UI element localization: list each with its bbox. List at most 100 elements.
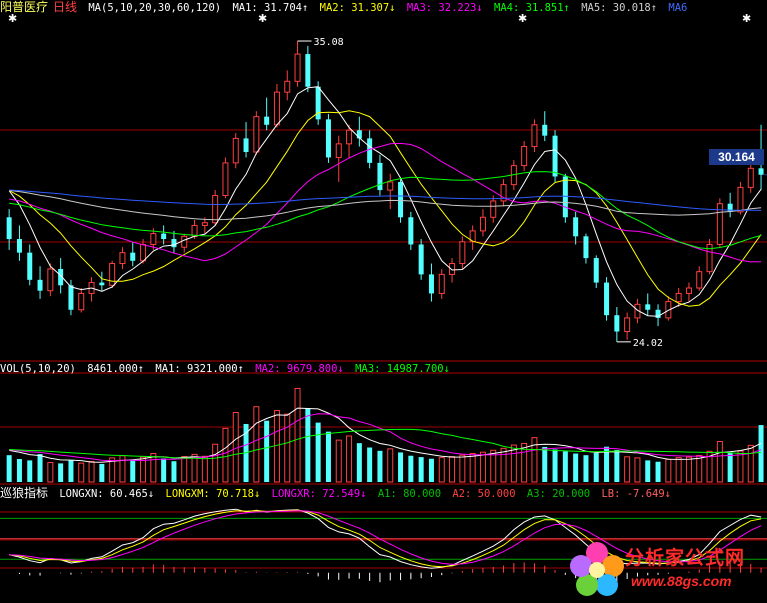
candle-body bbox=[78, 292, 85, 311]
candle-body bbox=[737, 186, 744, 213]
candle-body bbox=[305, 54, 311, 87]
ma3-readout: MA3: 32.223↓ bbox=[406, 2, 483, 14]
volume-bar bbox=[459, 454, 466, 483]
vol-readout: 8461.000↑ bbox=[87, 363, 145, 375]
volume-bar bbox=[37, 454, 43, 482]
candle-body bbox=[418, 244, 424, 275]
candle-body bbox=[201, 222, 208, 226]
volume-bar bbox=[747, 444, 754, 483]
candle-body bbox=[27, 252, 33, 280]
candle-body bbox=[294, 53, 301, 82]
longxn-readout: LONGXN: 60.465↓ bbox=[59, 488, 155, 500]
a2-readout: A2: 50.000 bbox=[452, 488, 516, 500]
volume-bar bbox=[356, 443, 362, 482]
longxr-readout: LONGXR: 72.549↓ bbox=[271, 488, 367, 500]
volume-bar bbox=[562, 451, 568, 482]
volume-bar bbox=[212, 443, 219, 483]
candle-body bbox=[335, 143, 342, 158]
candle-body bbox=[758, 168, 764, 175]
volume-bar bbox=[614, 449, 620, 482]
volume-bar bbox=[398, 452, 404, 482]
longxm-readout: LONGXM: 70.718↓ bbox=[165, 488, 261, 500]
low-price-label: 24.02 bbox=[633, 338, 663, 349]
volume-bar bbox=[88, 460, 95, 483]
volume-bar bbox=[294, 387, 301, 483]
candle-body bbox=[16, 239, 22, 253]
volume-bar bbox=[325, 431, 331, 482]
volume-bar bbox=[27, 460, 33, 482]
high-price-label: 35.08 bbox=[314, 37, 344, 48]
volume-bar bbox=[500, 447, 507, 483]
volume-bar bbox=[346, 435, 353, 483]
ma2-readout: MA2: 31.307↓ bbox=[319, 2, 396, 14]
volume-bar bbox=[284, 413, 291, 483]
volume-bar bbox=[171, 461, 177, 482]
a1-readout: A1: 80.000 bbox=[377, 488, 442, 500]
volume-bar bbox=[583, 455, 589, 482]
volume-panel-header: VOL(5,10,20) 8461.000↑ MA1: 9321.000↑ MA… bbox=[0, 362, 455, 376]
volume-bar bbox=[99, 463, 105, 482]
candle-body bbox=[243, 138, 249, 152]
stock-name[interactable]: 阳普医疗 bbox=[0, 0, 48, 14]
candle-body bbox=[232, 137, 239, 164]
candle-body bbox=[367, 138, 373, 163]
volume-bar bbox=[758, 425, 764, 482]
volume-bar bbox=[665, 458, 672, 483]
volume-bar bbox=[696, 454, 703, 483]
volume-bar bbox=[552, 449, 558, 482]
volume-bar bbox=[634, 457, 641, 483]
watermark: 分析家公式网 www.88gs.com bbox=[567, 537, 763, 601]
volume-bar bbox=[161, 458, 167, 482]
candle-body bbox=[284, 80, 291, 93]
ma3-line bbox=[9, 142, 762, 263]
period-label[interactable]: 日线 bbox=[53, 0, 77, 14]
candle-body bbox=[47, 268, 54, 292]
candle-body bbox=[583, 236, 589, 259]
candle-body bbox=[490, 200, 497, 218]
candle-body bbox=[552, 135, 558, 177]
candle-body bbox=[264, 116, 270, 125]
vol-ma2-readout: MA2: 9679.800↓ bbox=[255, 363, 344, 375]
price-markers: 35.0824.02✱ ✱ ✱ ✱ bbox=[8, 12, 767, 349]
candle-body bbox=[222, 162, 229, 197]
volume-bar bbox=[253, 406, 260, 483]
lb-readout: LB: -7.649↓ bbox=[601, 488, 671, 500]
ma5-readout: MA5: 30.018↑ bbox=[581, 2, 658, 14]
volume-bar bbox=[624, 456, 631, 483]
volume-bar bbox=[428, 458, 434, 482]
volume-bar bbox=[150, 453, 157, 483]
ma5-line bbox=[9, 189, 762, 221]
volume-bar bbox=[78, 462, 85, 483]
candle-body bbox=[140, 243, 147, 262]
indicator-name[interactable]: 巡狼指标 bbox=[0, 486, 48, 500]
volume-bar bbox=[264, 420, 270, 482]
candle-body bbox=[387, 181, 394, 191]
candle-body bbox=[377, 162, 383, 191]
candle-body bbox=[675, 292, 682, 303]
indicator-panel-header: 巡狼指标 LONGXN: 60.465↓ LONGXM: 70.718↓ LON… bbox=[0, 486, 676, 500]
stock-chart-canvas: 35.0824.02✱ ✱ ✱ ✱ bbox=[0, 12, 767, 583]
volume-bar bbox=[377, 450, 383, 482]
volume-bar bbox=[130, 459, 136, 482]
candle-body bbox=[438, 273, 445, 294]
candle-body bbox=[531, 124, 538, 148]
candle-body bbox=[573, 217, 579, 237]
watermark-title: 分析家公式网 bbox=[625, 547, 746, 569]
volume-bar bbox=[222, 427, 229, 483]
volume-bar bbox=[727, 452, 733, 482]
candle-body bbox=[685, 287, 692, 294]
volume-bar bbox=[201, 455, 208, 483]
candle-body bbox=[346, 129, 353, 145]
candle-body bbox=[130, 252, 136, 261]
volume-bar bbox=[685, 456, 692, 483]
candle-body bbox=[408, 217, 414, 245]
volume-bar bbox=[367, 447, 373, 482]
volume-bar bbox=[58, 463, 64, 482]
candle-body bbox=[6, 217, 12, 240]
volume-bar bbox=[181, 456, 188, 483]
volume-bar bbox=[479, 451, 486, 483]
candle-body bbox=[37, 279, 43, 291]
volume-bar bbox=[675, 457, 682, 483]
candle-body bbox=[696, 271, 703, 289]
ma1-readout: MA1: 31.704↑ bbox=[232, 2, 309, 14]
